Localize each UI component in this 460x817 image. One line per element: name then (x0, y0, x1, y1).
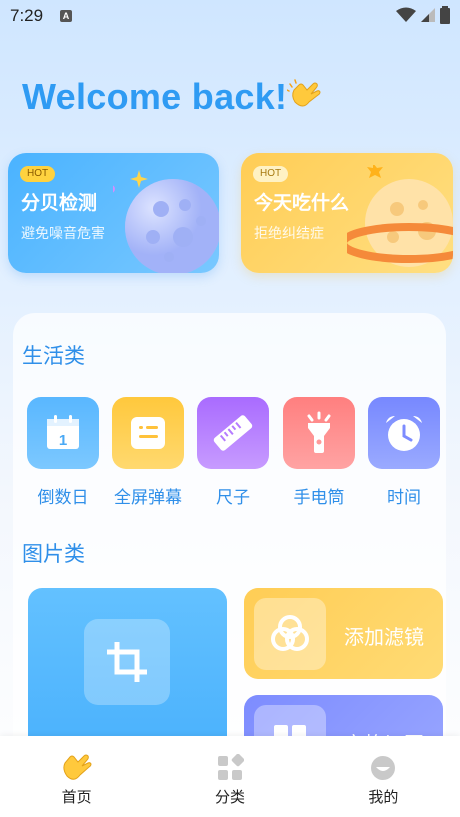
tool-label: 全屏弹幕 (114, 488, 182, 508)
nav-label: 我的 (368, 788, 399, 806)
calendar-icon: 1 (27, 397, 99, 469)
nav-label: 首页 (61, 788, 92, 806)
flashlight-icon (283, 397, 355, 469)
bottom-nav: 首页 分类 我的 (0, 736, 460, 817)
hot-badge: HOT (253, 166, 289, 182)
tool-fullscreen-barrage[interactable]: 全屏弹幕 (112, 397, 184, 508)
hot-badge: HOT (20, 166, 56, 182)
crop-icon (84, 619, 170, 705)
promo-title: 今天吃什么 (254, 192, 350, 214)
tool-label: 倒数日 (37, 488, 89, 508)
filter-icon (254, 598, 326, 670)
clapping-hands-icon (59, 750, 95, 786)
welcome-title: Welcome back! (22, 76, 288, 117)
ruler-icon (197, 397, 269, 469)
nav-item-category[interactable]: 分类 (153, 736, 306, 817)
add-filter-label: 添加滤镜 (344, 625, 424, 649)
clapping-hands-icon (287, 79, 321, 107)
nav-label: 分类 (214, 788, 245, 806)
text-lines-icon (112, 397, 184, 469)
nav-item-home[interactable]: 首页 (0, 736, 153, 817)
tool-ruler[interactable]: 尺子 (197, 397, 269, 508)
promo-card-decibel[interactable]: HOT 分贝检测 避免噪音危害 (8, 153, 219, 273)
section-title-life: 生活类 (22, 344, 85, 368)
ringed-planet-icon (347, 165, 453, 267)
add-filter-card[interactable]: 添加滤镜 (244, 588, 443, 679)
status-time: 7:29 (10, 6, 44, 25)
svg-text:1: 1 (59, 432, 67, 449)
promo-card-what-to-eat[interactable]: HOT 今天吃什么 拒绝纠结症 (241, 153, 453, 273)
tool-label: 时间 (387, 488, 421, 508)
profile-face-icon (365, 750, 401, 786)
promo-title: 分贝检测 (21, 192, 98, 214)
alarm-clock-icon (368, 397, 440, 469)
battery-icon (440, 6, 450, 24)
section-title-image: 图片类 (22, 542, 85, 566)
status-icons (396, 6, 450, 24)
moon-planet-icon (113, 170, 219, 273)
nav-item-profile[interactable]: 我的 (307, 736, 460, 817)
tool-time[interactable]: 时间 (368, 397, 440, 508)
signal-icon (421, 8, 435, 22)
promo-subtitle: 拒绝纠结症 (254, 226, 324, 242)
tool-flashlight[interactable]: 手电筒 (283, 397, 355, 508)
status-bar: 7:29 A (0, 0, 460, 32)
tool-label: 尺子 (216, 488, 250, 508)
category-grid-icon (212, 750, 248, 786)
notification-icon: A (60, 10, 72, 22)
tool-label: 手电筒 (293, 488, 345, 508)
wifi-icon (396, 7, 416, 22)
tool-countdown[interactable]: 1 倒数日 (27, 397, 99, 508)
promo-subtitle: 避免噪音危害 (21, 226, 105, 242)
